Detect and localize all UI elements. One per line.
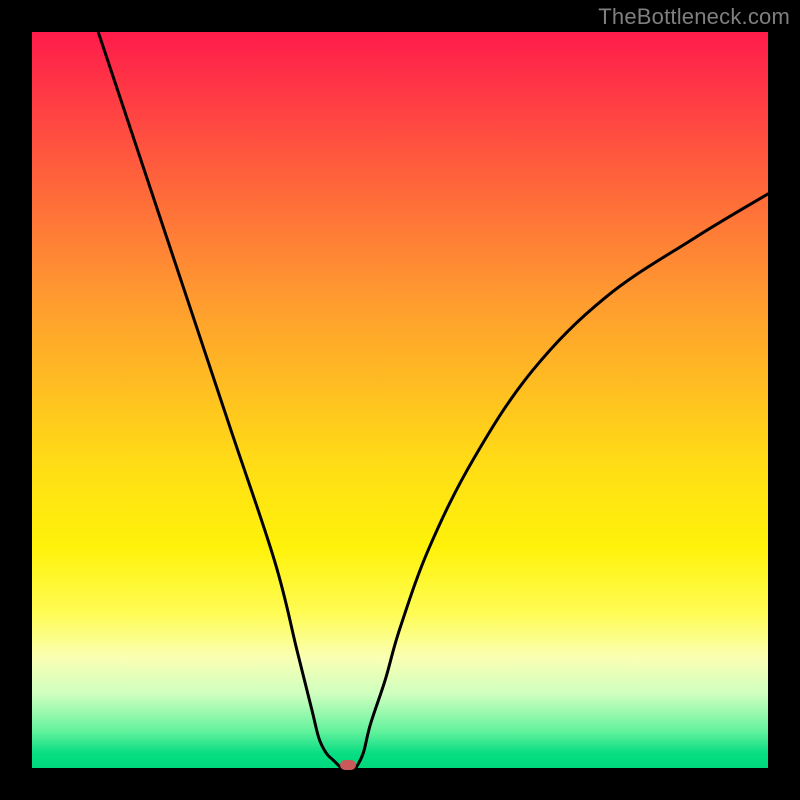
bottleneck-curve [32,32,768,768]
curve-path [98,32,768,768]
watermark-text: TheBottleneck.com [598,4,790,30]
chart-frame: TheBottleneck.com [0,0,800,800]
plot-area [32,32,768,768]
optimal-point-marker [340,760,356,770]
